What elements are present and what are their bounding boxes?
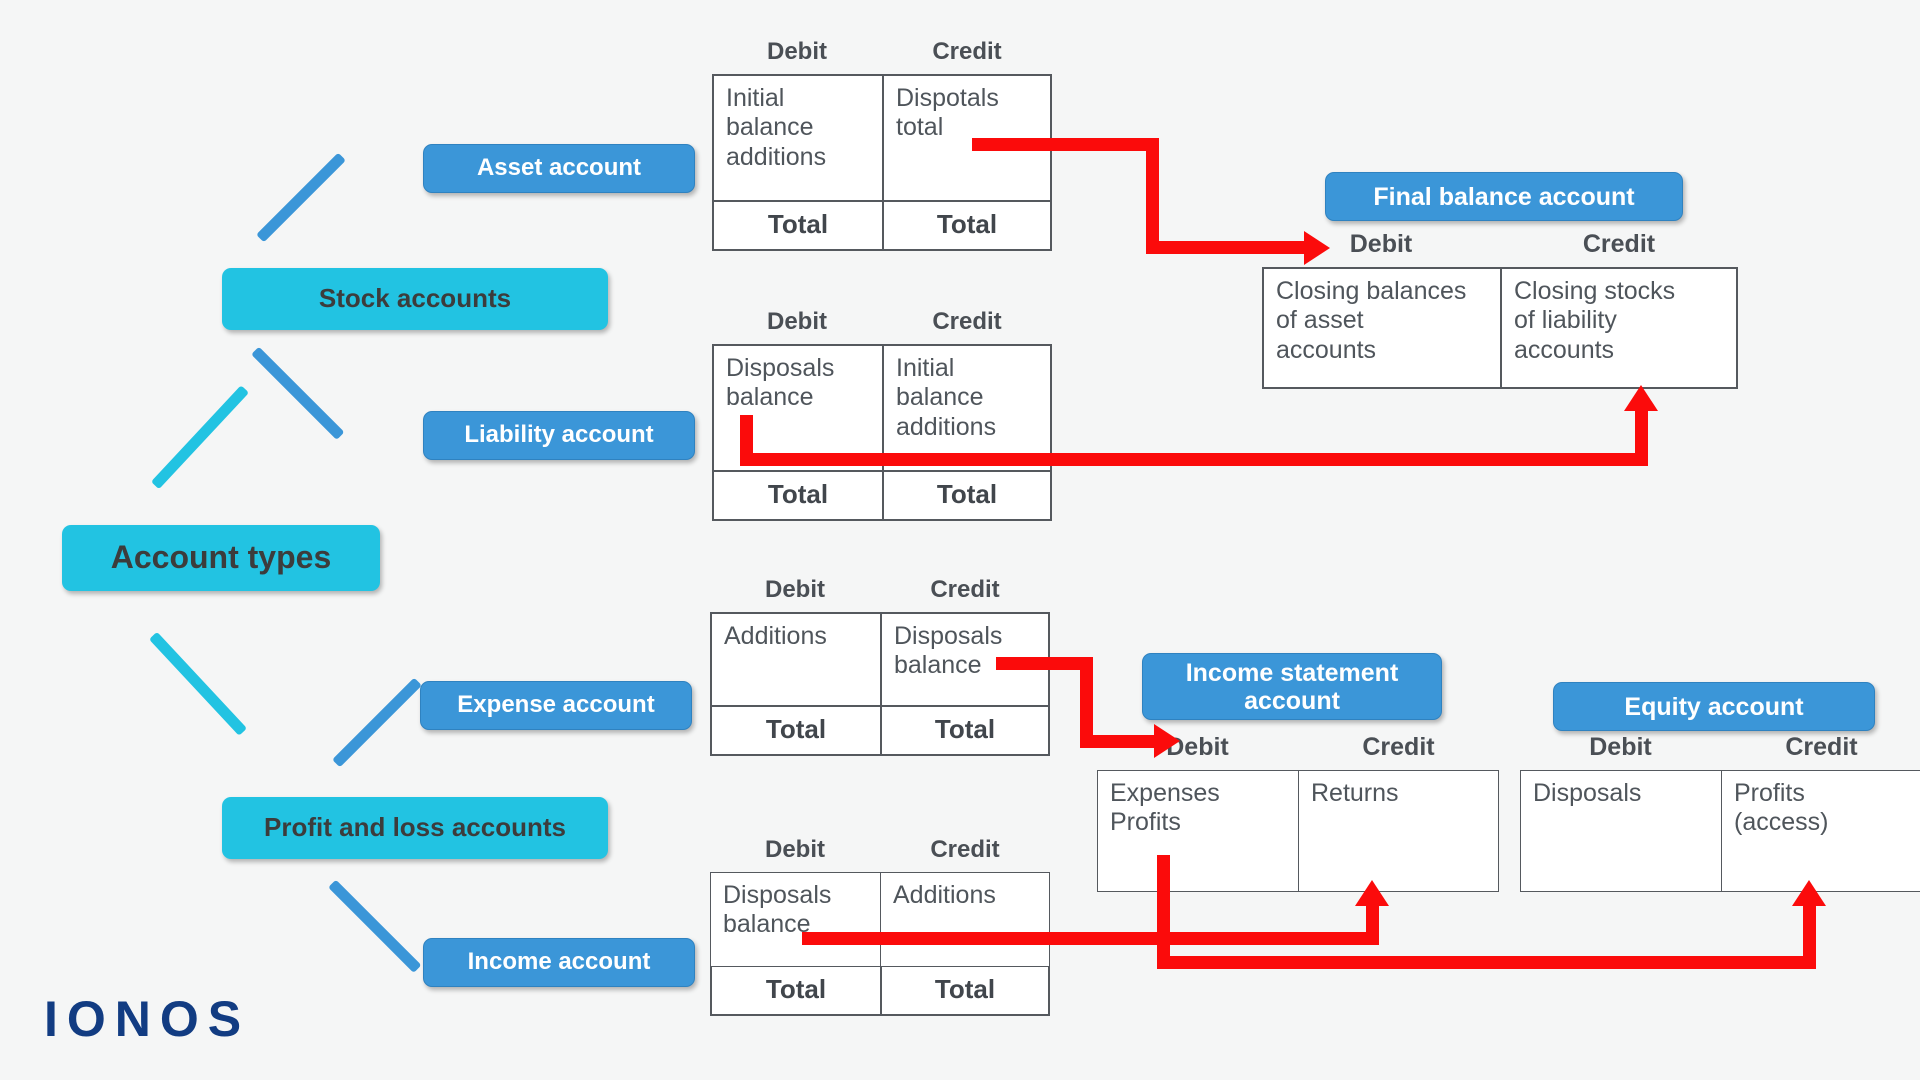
column-headers: Debit Credit xyxy=(710,838,1050,862)
connector-pl-to-expense xyxy=(332,677,422,768)
debit-cell: Disposals balance xyxy=(723,881,832,939)
credit-total: Total xyxy=(882,472,1050,519)
total-row: Total Total xyxy=(712,472,1052,521)
column-header-debit: Debit xyxy=(767,38,827,65)
credit-cell: Returns xyxy=(1298,771,1498,891)
total-row: Total Total xyxy=(712,202,1052,251)
tree-node-profit-and-loss-accounts[interactable]: Profit and loss accounts xyxy=(222,797,608,859)
arrowhead-into-income-statement-debit xyxy=(1154,724,1180,758)
tree-node-liability-account[interactable]: Liability account xyxy=(423,411,695,460)
tree-node-income-account[interactable]: Income account xyxy=(423,938,695,987)
tree-node-label: Expense account xyxy=(457,691,655,719)
arrow-expense-to-is-vertical xyxy=(1080,657,1093,747)
debit-total: Total xyxy=(765,714,827,744)
tree-node-label: Account types xyxy=(110,539,332,576)
tree-node-label: Profit and loss accounts xyxy=(264,812,566,843)
column-header-credit: Credit xyxy=(932,308,1002,335)
debit-total: Total xyxy=(765,974,827,1004)
arrow-income-to-is-vertical-end xyxy=(1366,905,1379,945)
connector-stock-to-liability xyxy=(251,346,345,440)
arrow-asset-to-final-vertical xyxy=(1146,138,1159,253)
column-headers: Debit Credit xyxy=(1262,232,1738,257)
column-header-credit: Credit xyxy=(930,576,1000,603)
debit-cell: Additions xyxy=(724,622,827,650)
arrow-expense-to-is-horizontal-1 xyxy=(996,657,1092,670)
liability-account-t-table: Debit Credit Disposals balance Initial b… xyxy=(712,310,1052,521)
column-header-debit: Debit xyxy=(765,836,825,863)
arrowhead-into-final-balance-debit xyxy=(1304,231,1330,265)
column-header-credit: Credit xyxy=(1785,733,1858,761)
arrowhead-into-equity-credit xyxy=(1792,880,1826,906)
column-header-credit: Credit xyxy=(932,38,1002,65)
tree-node-expense-account[interactable]: Expense account xyxy=(420,681,692,730)
arrow-is-to-equity-vertical-start xyxy=(1157,855,1170,969)
credit-cell: Closing stocks of liability accounts xyxy=(1500,269,1736,387)
credit-total: Total xyxy=(882,202,1050,249)
arrow-liability-to-final-horizontal xyxy=(740,453,1648,466)
column-header-debit: Debit xyxy=(767,308,827,335)
ionos-logo: IONOS xyxy=(44,991,251,1047)
income-account-t-table: Debit Credit Disposals balance Additions… xyxy=(710,838,1050,1016)
arrow-income-to-is-horizontal xyxy=(802,932,1379,945)
credit-cell: Profits (access) xyxy=(1721,771,1920,891)
arrowhead-into-income-statement-credit xyxy=(1355,880,1389,906)
tree-node-stock-accounts[interactable]: Stock accounts xyxy=(222,268,608,330)
column-headers: Debit Credit xyxy=(712,40,1052,64)
debit-cell: Expenses Profits xyxy=(1110,779,1220,837)
entry-row: Disposals balance Additions xyxy=(710,872,1050,967)
tree-node-label: Stock accounts xyxy=(318,283,512,314)
credit-cell: Initial balance additions xyxy=(882,346,1050,470)
connector-pl-to-income xyxy=(328,879,422,973)
tree-node-asset-account[interactable]: Asset account xyxy=(423,144,695,193)
column-header-debit: Debit xyxy=(1589,733,1652,761)
column-header-credit: Credit xyxy=(1582,230,1656,258)
credit-total: Total xyxy=(880,707,1048,754)
equity-account-t-table: Debit Credit Disposals Profits (access) xyxy=(1520,735,1920,892)
final-balance-account-title[interactable]: Final balance account xyxy=(1325,172,1683,221)
connector-root-to-pl xyxy=(148,631,248,736)
column-headers: Debit Credit xyxy=(710,578,1050,602)
total-row: Total Total xyxy=(710,707,1050,756)
income-statement-account-title[interactable]: Income statement account xyxy=(1142,653,1442,720)
tree-node-label: Liability account xyxy=(464,421,654,449)
credit-cell: Additions xyxy=(880,873,1049,966)
income-statement-account-label: Income statement account xyxy=(1185,658,1399,715)
column-header-credit: Credit xyxy=(1362,733,1435,761)
column-headers: Debit Credit xyxy=(1520,735,1920,760)
total-row: Total Total xyxy=(710,967,1050,1016)
tree-node-label: Asset account xyxy=(476,154,642,182)
connector-root-to-stock xyxy=(150,385,250,490)
arrow-is-to-equity-vertical-end xyxy=(1803,905,1816,969)
arrowhead-into-final-balance-credit xyxy=(1624,385,1658,411)
connector-stock-to-asset xyxy=(256,152,346,243)
arrow-expense-to-is-horizontal-2 xyxy=(1080,735,1158,748)
column-header-credit: Credit xyxy=(930,836,1000,863)
tree-node-account-types[interactable]: Account types xyxy=(62,525,380,591)
debit-total: Total xyxy=(767,209,829,239)
final-balance-account-t-table: Debit Credit Closing balances of asset a… xyxy=(1262,232,1738,389)
final-balance-account-label: Final balance account xyxy=(1373,182,1635,211)
column-header-debit: Debit xyxy=(765,576,825,603)
tree-node-label: Income account xyxy=(467,948,651,976)
column-headers: Debit Credit xyxy=(712,310,1052,334)
credit-total: Total xyxy=(880,967,1048,1014)
entry-row: Disposals Profits (access) xyxy=(1520,770,1920,892)
arrow-asset-to-final-horizontal-1 xyxy=(972,138,1157,151)
entry-row: Closing balances of asset accounts Closi… xyxy=(1262,267,1738,389)
diagram-canvas: Account types Stock accounts Profit and … xyxy=(0,0,1920,1080)
debit-cell: Closing balances of asset accounts xyxy=(1276,277,1467,364)
equity-account-label: Equity account xyxy=(1624,692,1804,721)
arrow-liability-to-final-vertical-end xyxy=(1635,410,1648,466)
debit-cell: Initial balance additions xyxy=(726,84,827,171)
arrow-is-to-equity-horizontal xyxy=(1157,956,1816,969)
debit-total: Total xyxy=(767,479,829,509)
debit-cell: Disposals xyxy=(1533,779,1642,807)
equity-account-title[interactable]: Equity account xyxy=(1553,682,1875,731)
arrow-asset-to-final-horizontal-2 xyxy=(1146,241,1308,254)
